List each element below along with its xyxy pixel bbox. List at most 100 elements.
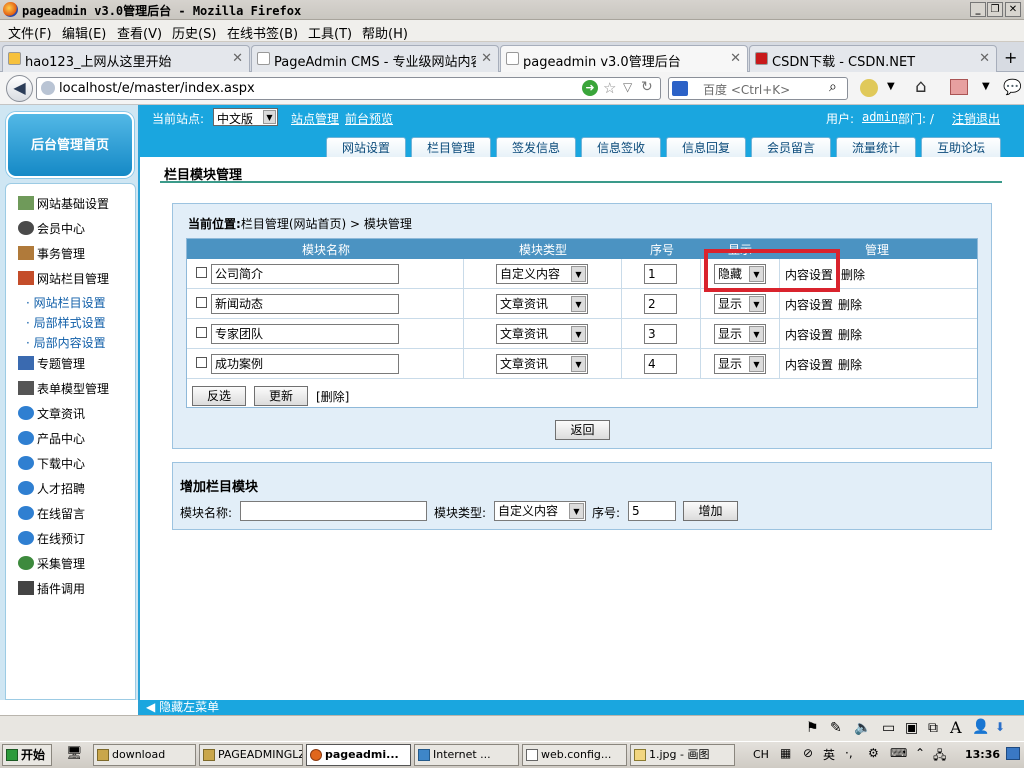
dropdown-arrow-icon[interactable]: ▼ bbox=[982, 81, 990, 92]
keyboard-icon[interactable]: ⌨ bbox=[890, 746, 907, 760]
user-name-link[interactable]: admin bbox=[862, 110, 898, 124]
sidebar-item-downloads[interactable]: 下载中心 bbox=[18, 455, 85, 472]
tab-receive-info[interactable]: 信息签收 bbox=[581, 137, 661, 158]
window-icon[interactable]: ▭ bbox=[882, 720, 895, 736]
add-module-name-input[interactable] bbox=[240, 501, 427, 521]
delete-link[interactable]: 删除 bbox=[838, 296, 862, 313]
row-checkbox[interactable] bbox=[196, 327, 207, 338]
order-input[interactable]: 4 bbox=[644, 354, 677, 374]
dropdown-icon[interactable]: ▽ bbox=[623, 80, 632, 94]
delete-link[interactable]: 删除 bbox=[838, 326, 862, 343]
row-checkbox[interactable] bbox=[196, 297, 207, 308]
row-checkbox[interactable] bbox=[196, 357, 207, 368]
menu-history[interactable]: 历史(S) bbox=[172, 23, 216, 42]
module-type-select[interactable]: 文章资讯 ▼ bbox=[496, 324, 588, 344]
no-symbol-icon[interactable]: ⊘ bbox=[803, 746, 813, 760]
sidebar-item-site-basic[interactable]: 网站基础设置 bbox=[18, 195, 109, 212]
flag-icon[interactable]: ⚑ bbox=[806, 720, 819, 736]
browser-tab[interactable]: hao123_上网从这里开始 ✕ bbox=[2, 45, 250, 72]
browser-tab-active[interactable]: pageadmin v3.0管理后台 ✕ bbox=[500, 45, 748, 73]
tab-column-manage[interactable]: 栏目管理 bbox=[411, 137, 491, 158]
sidebar-subitem-column-settings[interactable]: · 网站栏目设置 bbox=[26, 294, 106, 311]
close-tab-icon[interactable]: ✕ bbox=[979, 51, 990, 66]
display-select[interactable]: 显示 ▼ bbox=[714, 294, 766, 314]
close-tab-icon[interactable]: ✕ bbox=[232, 51, 243, 66]
menu-file[interactable]: 文件(F) bbox=[8, 23, 52, 42]
home-icon[interactable]: ⌂ bbox=[915, 76, 926, 97]
address-bar[interactable]: localhost/e/master/index.aspx ➜ ☆ ▽ ↻ bbox=[36, 77, 661, 100]
show-desktop-icon[interactable] bbox=[1006, 747, 1020, 760]
taskbar-item-paint[interactable]: 1.jpg - 画图 bbox=[630, 744, 735, 766]
sidebar-subitem-style-settings[interactable]: · 局部样式设置 bbox=[26, 314, 106, 331]
module-type-select[interactable]: 自定义内容 ▼ bbox=[496, 264, 588, 284]
menu-tools[interactable]: 工具(T) bbox=[308, 23, 352, 42]
site-select[interactable]: 中文版 ▼ bbox=[213, 108, 278, 126]
update-button[interactable]: 更新 bbox=[254, 386, 308, 406]
dropdown-arrow-icon[interactable]: ▼ bbox=[887, 81, 895, 92]
sidebar-subitem-content-settings[interactable]: · 局部内容设置 bbox=[26, 334, 106, 351]
sidebar-item-booking[interactable]: 在线预订 bbox=[18, 530, 85, 547]
resize-icon[interactable]: ⧉ bbox=[928, 720, 938, 736]
module-name-input[interactable]: 公司简介 bbox=[211, 264, 399, 284]
site-manage-link[interactable]: 站点管理 bbox=[291, 110, 339, 127]
module-name-input[interactable]: 专家团队 bbox=[211, 324, 399, 344]
taskbar-item-folder[interactable]: PAGEADMINGLZX bbox=[199, 744, 303, 766]
row-checkbox[interactable] bbox=[196, 267, 207, 278]
hide-menu-link[interactable]: 隐藏左菜单 bbox=[159, 700, 219, 714]
sidebar-item-affairs[interactable]: 事务管理 bbox=[18, 245, 85, 262]
maximize-button[interactable]: ❐ bbox=[987, 2, 1003, 17]
close-tab-icon[interactable]: ✕ bbox=[481, 51, 492, 66]
tab-site-settings[interactable]: 网站设置 bbox=[326, 137, 406, 158]
font-icon[interactable]: A bbox=[950, 718, 962, 737]
close-window-button[interactable]: ✕ bbox=[1005, 2, 1021, 17]
sidebar-item-guestbook[interactable]: 在线留言 bbox=[18, 505, 85, 522]
module-name-input[interactable]: 成功案例 bbox=[211, 354, 399, 374]
star-icon[interactable]: ☆ bbox=[603, 79, 616, 97]
chevron-up-icon[interactable]: ⌃ bbox=[915, 746, 925, 760]
close-tab-icon[interactable]: ✕ bbox=[730, 51, 741, 66]
menu-view[interactable]: 查看(V) bbox=[117, 23, 162, 42]
logout-link[interactable]: 注销退出 bbox=[952, 110, 1000, 127]
browser-tab[interactable]: PageAdmin CMS - 专业级网站内容... ✕ bbox=[251, 45, 499, 72]
sidebar-item-jobs[interactable]: 人才招聘 bbox=[18, 480, 85, 497]
tab-forum[interactable]: 互助论坛 bbox=[921, 137, 1001, 158]
content-settings-link[interactable]: 内容设置 bbox=[785, 356, 833, 373]
hide-menu-bar[interactable]: ◀ 隐藏左菜单 bbox=[140, 700, 1024, 715]
go-icon[interactable]: ➜ bbox=[582, 80, 598, 96]
add-module-type-select[interactable]: 自定义内容 ▼ bbox=[494, 501, 586, 521]
invert-selection-button[interactable]: 反选 bbox=[192, 386, 246, 406]
sidebar-item-column-manage[interactable]: 网站栏目管理 bbox=[18, 270, 109, 287]
sidebar-item-collect[interactable]: 采集管理 bbox=[18, 555, 85, 572]
module-type-select[interactable]: 文章资讯 ▼ bbox=[496, 354, 588, 374]
ime-icon[interactable]: ▦ bbox=[780, 746, 791, 760]
module-name-input[interactable]: 新闻动态 bbox=[211, 294, 399, 314]
display-select[interactable]: 显示 ▼ bbox=[714, 324, 766, 344]
taskbar-item-download[interactable]: download bbox=[93, 744, 196, 766]
addon-icon[interactable] bbox=[860, 79, 878, 97]
sidebar-item-plugins[interactable]: 插件调用 bbox=[18, 580, 85, 597]
sidebar-item-topics[interactable]: 专题管理 bbox=[18, 355, 85, 372]
tab-member-messages[interactable]: 会员留言 bbox=[751, 137, 831, 158]
content-settings-link[interactable]: 内容设置 bbox=[785, 326, 833, 343]
chat-icon[interactable]: 💬 bbox=[1003, 78, 1022, 96]
admin-home-button[interactable]: 后台管理首页 bbox=[6, 112, 134, 178]
ime-english-icon[interactable]: 英 bbox=[823, 746, 835, 763]
bulk-delete-link[interactable]: [删除] bbox=[316, 388, 349, 405]
toolbar-addon-icon[interactable] bbox=[950, 79, 968, 95]
delete-link[interactable]: 删除 bbox=[841, 266, 865, 283]
sidebar-item-form-model[interactable]: 表单模型管理 bbox=[18, 380, 109, 397]
taskbar-item-ie[interactable]: Internet ... bbox=[414, 744, 519, 766]
arrow-down-icon[interactable]: ⬇ bbox=[995, 720, 1005, 734]
menu-help[interactable]: 帮助(H) bbox=[362, 23, 408, 42]
start-button[interactable]: 开始 bbox=[2, 744, 52, 766]
network-icon[interactable]: 🖧 bbox=[933, 746, 946, 767]
back-button-page[interactable]: 返回 bbox=[555, 420, 610, 440]
minimize-button[interactable]: _ bbox=[970, 2, 986, 17]
person-icon[interactable]: 👤 bbox=[972, 719, 989, 735]
tools-icon[interactable]: ✎ bbox=[830, 720, 842, 736]
back-button[interactable]: ◀ bbox=[6, 75, 33, 102]
content-settings-link[interactable]: 内容设置 bbox=[785, 296, 833, 313]
preview-link[interactable]: 前台预览 bbox=[345, 110, 393, 127]
sidebar-item-articles[interactable]: 文章资讯 bbox=[18, 405, 85, 422]
display-select[interactable]: 显示 ▼ bbox=[714, 354, 766, 374]
